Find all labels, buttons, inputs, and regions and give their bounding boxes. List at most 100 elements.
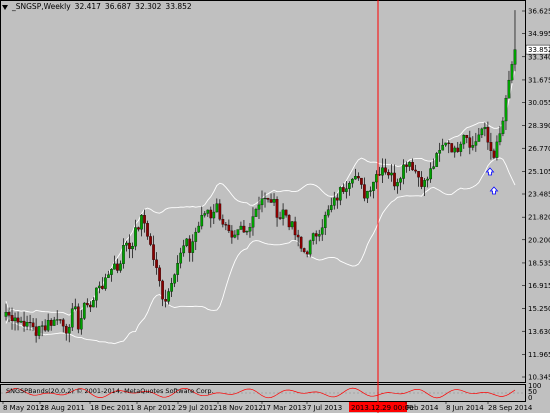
candle-bull [134,227,137,247]
candle-bull [239,225,243,230]
candle-bull [504,98,508,122]
candle-bear [31,322,35,327]
price-marker-label: 33.852 [528,46,550,54]
candle-bull [13,317,17,322]
chevron-down-icon[interactable] [2,4,8,10]
x-tick-label: 8 Jun 2014 [446,404,484,412]
candle-bear [266,197,270,200]
candle-bull [441,144,445,151]
candle-bull [501,120,505,134]
candle-bear [393,172,396,187]
candle-bull [453,147,457,153]
candle-bull [254,209,258,217]
candle-bull [113,263,116,270]
candle-bull [173,274,177,284]
candle-bull [354,176,357,180]
candle-bull [435,153,439,167]
candle-bear [360,177,363,185]
candle-bull [67,326,71,334]
x-tick-label: 28 Sep 2014 [488,404,533,412]
candle-bear [414,169,417,172]
candle-bull [245,231,249,233]
candle-bull [281,209,285,219]
candle-bear [209,209,213,219]
candle-bull [495,141,499,158]
candle-bear [16,317,20,323]
x-tick-label: 29 Jul 2012 [178,404,218,412]
candle-bull [200,215,204,227]
chart-canvas[interactable]: 36.625 34.995 33.340 31.675 30.055 28.390 26.7… [0,0,550,413]
x-tick-label: Feb 2014 [406,404,439,412]
chart-window[interactable]: 36.625 34.995 33.340 31.675 30.055 28.390 26.7… [0,0,550,413]
candle-bear [227,224,231,232]
x-tick-label: 7 Jul 2013 [307,404,342,412]
candle-bull [323,214,327,228]
candle-bull [167,291,170,302]
candle-bull [444,142,448,146]
candle-bear [149,236,152,245]
y-tick-label: 28.390 [528,122,550,130]
candle-bull [375,174,378,183]
candle-bull [308,240,312,255]
candle-bear [61,319,65,327]
candle-bull [82,302,86,319]
candle-bull [110,269,113,275]
y-tick-label: 34.995 [528,30,550,38]
candle-bull [344,188,348,192]
candle-bear [269,199,273,203]
candle-bull [474,141,478,146]
candle-bull [329,205,333,210]
candle-bull [332,197,336,206]
candle-bull [73,306,77,309]
candle-bull [390,172,393,176]
y-tick-label: 10.345 [528,374,550,382]
candle-bull [122,245,125,264]
candle-bull [347,183,351,189]
candle-bull [215,203,219,213]
candle-bull [119,263,122,271]
candle-bull [176,263,180,275]
candle-bull [326,209,330,216]
candle-bull [91,300,95,308]
candle-bull [140,215,143,230]
candle-bull [55,319,59,321]
candle-bear [284,209,288,216]
y-tick-label: 13.630 [528,328,550,336]
candle-bear [275,199,279,218]
x-tick-label: 17 Mar 2013 [262,404,306,412]
candle-bull [459,143,463,152]
candle-bull [320,227,324,235]
y-tick-label: 30.055 [528,99,550,107]
candle-bear [164,299,167,302]
candle-bull [263,197,267,200]
candle-bear [242,225,246,233]
candle-bear [299,236,303,249]
candle-bull [251,216,255,228]
y-tick-label: 31.675 [528,76,550,84]
candle-bull [170,283,173,292]
high-value: 36.687 [104,2,132,11]
chart-header: _SNGSP,Weekly 32.417 36.687 32.302 33.852 [2,2,196,11]
indicator-tick-label: 0 [528,394,532,402]
candle-bear [221,219,225,225]
candle-bear [10,315,14,322]
candle-bear [486,127,490,143]
candle-bear [43,325,47,331]
candle-bull [338,187,342,201]
candle-bull [462,135,466,145]
candle-bull [290,221,294,228]
candle-bear [161,280,164,300]
candle-bear [492,150,496,158]
y-tick-label: 16.915 [528,282,550,290]
candle-bear [152,244,155,260]
x-tick-label: 18 Dec 2011 [90,404,135,412]
candle-bear [387,172,390,176]
candle-bull [79,318,83,330]
y-tick-label: 20.200 [528,236,550,244]
current-price-marker: 33.852 [525,44,550,55]
candle-bear [447,142,451,144]
candle-bear [456,147,460,152]
candle-bear [341,187,345,192]
copyright-text: SNGSPBands(20,0,2) © 2001-2014, MetaQuot… [6,387,214,395]
candle-bull [399,178,402,183]
